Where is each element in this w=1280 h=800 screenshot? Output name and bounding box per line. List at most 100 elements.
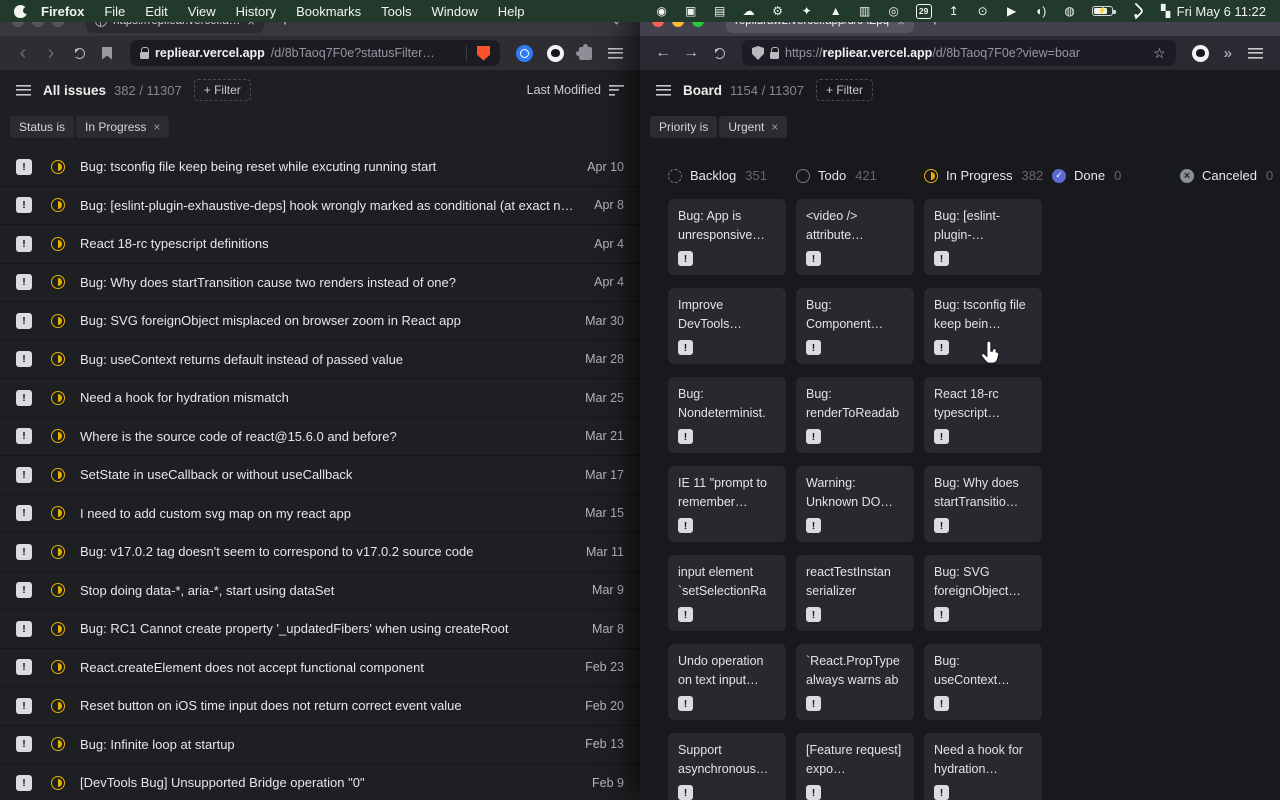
issue-row[interactable]: React 18-rc typescript definitionsApr 4: [0, 225, 640, 264]
issue-card[interactable]: Bug: renderToReadab: [796, 377, 914, 453]
volume-icon[interactable]: ◖): [1034, 0, 1048, 22]
url-path: /d/8bTaoq7F0e?statusFilter…: [271, 46, 435, 60]
right-url-bar[interactable]: https:// repliear.vercel.app /d/8bTaoq7F…: [742, 40, 1176, 66]
issue-card[interactable]: React 18-rc typescript…: [924, 377, 1042, 453]
issue-row[interactable]: Bug: SVG foreignObject misplaced on brow…: [0, 302, 640, 341]
issue-card[interactable]: Improve DevTools…: [668, 288, 786, 364]
filter-field-chip[interactable]: Priority is: [650, 116, 717, 138]
dropbox-icon[interactable]: ✦: [800, 0, 814, 22]
issue-card[interactable]: <video /> attribute…: [796, 199, 914, 275]
issue-row[interactable]: I need to add custom svg map on my react…: [0, 495, 640, 534]
github-extension-icon[interactable]: [547, 45, 564, 62]
extensions-icon[interactable]: [579, 47, 592, 60]
control-center-icon[interactable]: ▚: [1159, 0, 1173, 22]
issue-card[interactable]: Warning: Unknown DO…: [796, 466, 914, 542]
wifi-icon[interactable]: [1128, 5, 1144, 17]
vercel-icon[interactable]: ▲: [829, 0, 843, 22]
issue-card[interactable]: Bug: Why does startTransitio…: [924, 466, 1042, 542]
menu-item-view[interactable]: View: [178, 4, 226, 19]
issue-card[interactable]: Bug: tsconfig file keep bein…: [924, 288, 1042, 364]
issue-row[interactable]: [DevTools Bug] Unsupported Bridge operat…: [0, 764, 640, 800]
issue-row[interactable]: Bug: [eslint-plugin-exhaustive-deps] hoo…: [0, 187, 640, 226]
menu-item-edit[interactable]: Edit: [135, 4, 177, 19]
issue-card[interactable]: Undo operation on text input…: [668, 644, 786, 720]
onepassword-extension-icon[interactable]: [516, 45, 533, 62]
menu-item-help[interactable]: Help: [488, 4, 535, 19]
back-button[interactable]: ←: [650, 38, 676, 68]
issue-row[interactable]: Bug: RC1 Cannot create property '_update…: [0, 610, 640, 649]
menu-item-firefox[interactable]: Firefox: [33, 4, 94, 19]
wallet-icon[interactable]: ▤: [713, 0, 727, 22]
screen-record-icon[interactable]: ◉: [655, 0, 669, 22]
filter-value-chip[interactable]: Urgent ×: [719, 116, 787, 138]
menu-bar-clock[interactable]: Fri May 6 11:22: [1177, 4, 1266, 19]
back-button[interactable]: ‹: [10, 38, 36, 68]
upload-icon[interactable]: ↥: [947, 0, 961, 22]
add-filter-button[interactable]: + Filter: [194, 79, 251, 101]
issue-card[interactable]: [Feature request] expo…: [796, 733, 914, 800]
bookmark-button[interactable]: [94, 47, 120, 60]
issue-row[interactable]: Need a hook for hydration mismatchMar 25: [0, 379, 640, 418]
issue-row[interactable]: Bug: useContext returns default instead …: [0, 341, 640, 380]
issue-row[interactable]: React.createElement does not accept func…: [0, 649, 640, 688]
issue-row[interactable]: Bug: Why does startTransition cause two …: [0, 264, 640, 303]
sidebar-menu-icon[interactable]: [16, 85, 31, 96]
github-extension-icon[interactable]: [1192, 45, 1209, 62]
toolbar-overflow-icon[interactable]: »: [1224, 45, 1232, 62]
menu-item-history[interactable]: History: [226, 4, 286, 19]
brave-shield-icon[interactable]: [477, 46, 490, 61]
camera-icon[interactable]: ▣: [684, 0, 698, 22]
remove-filter-icon[interactable]: ×: [771, 120, 778, 134]
issue-title: Bug: useContext returns default instead …: [80, 352, 571, 367]
apple-logo-icon[interactable]: [14, 5, 27, 18]
onepassword-icon[interactable]: ◎: [887, 0, 901, 22]
issue-card[interactable]: IE 11 "prompt to remember…: [668, 466, 786, 542]
issue-card[interactable]: Need a hook for hydration…: [924, 733, 1042, 800]
remove-filter-icon[interactable]: ×: [153, 120, 160, 134]
issue-title: Bug: RC1 Cannot create property '_update…: [80, 621, 578, 636]
issue-card[interactable]: reactTestInstan serializer: [796, 555, 914, 631]
play-icon[interactable]: ▶: [1005, 0, 1019, 22]
issue-row[interactable]: Where is the source code of react@15.6.0…: [0, 418, 640, 457]
filter-field-chip[interactable]: Status is: [10, 116, 74, 138]
bookmark-star-icon[interactable]: ☆: [1153, 45, 1166, 62]
menu-item-bookmarks[interactable]: Bookmarks: [286, 4, 371, 19]
issue-card[interactable]: Bug: Nondeterminist.: [668, 377, 786, 453]
issue-card[interactable]: Bug: Component…: [796, 288, 914, 364]
menu-item-file[interactable]: File: [94, 4, 135, 19]
issue-row[interactable]: Bug: Infinite loop at startupFeb 13: [0, 726, 640, 765]
issue-card[interactable]: Bug: useContext…: [924, 644, 1042, 720]
forward-button[interactable]: ›: [38, 38, 64, 68]
menu-item-tools[interactable]: Tools: [371, 4, 421, 19]
issue-row[interactable]: SetState in useCallback or without useCa…: [0, 456, 640, 495]
sidebar-menu-icon[interactable]: [656, 85, 671, 96]
add-filter-button[interactable]: + Filter: [816, 79, 873, 101]
issue-card[interactable]: Bug: App is unresponsive…: [668, 199, 786, 275]
docker-icon[interactable]: ⚙: [771, 0, 785, 22]
issue-row[interactable]: Stop doing data-*, aria-*, start using d…: [0, 572, 640, 611]
issue-card[interactable]: `React.PropType always warns ab: [796, 644, 914, 720]
issue-card[interactable]: Bug: [eslint-plugin-…: [924, 199, 1042, 275]
left-url-bar[interactable]: repliear.vercel.app /d/8bTaoq7F0e?status…: [130, 40, 500, 66]
issue-card[interactable]: input element `setSelectionRa: [668, 555, 786, 631]
battery-icon[interactable]: ⚡: [1092, 6, 1113, 16]
power-icon[interactable]: ⊙: [976, 0, 990, 22]
issue-card[interactable]: Support asynchronous…: [668, 733, 786, 800]
browser-menu-icon[interactable]: [608, 48, 623, 59]
issue-card[interactable]: Bug: SVG foreignObject…: [924, 555, 1042, 631]
cloud-icon[interactable]: ☁: [742, 0, 756, 22]
calendar-icon[interactable]: 29: [916, 4, 932, 19]
sort-control[interactable]: Last Modified: [527, 83, 624, 97]
forward-button[interactable]: →: [678, 38, 704, 68]
columns-icon[interactable]: ▥: [858, 0, 872, 22]
browser-menu-icon[interactable]: [1248, 48, 1263, 59]
alarm-icon[interactable]: ◍: [1063, 0, 1077, 22]
tracking-protection-shield-icon[interactable]: [752, 46, 764, 60]
filter-value-chip[interactable]: In Progress ×: [76, 116, 169, 138]
issue-row[interactable]: Bug: tsconfig file keep being reset whil…: [0, 148, 640, 187]
menu-item-window[interactable]: Window: [422, 4, 488, 19]
reload-button[interactable]: [706, 48, 732, 59]
reload-button[interactable]: [66, 48, 92, 59]
issue-row[interactable]: Bug: v17.0.2 tag doesn't seem to corresp…: [0, 533, 640, 572]
issue-row[interactable]: Reset button on iOS time input does not …: [0, 687, 640, 726]
